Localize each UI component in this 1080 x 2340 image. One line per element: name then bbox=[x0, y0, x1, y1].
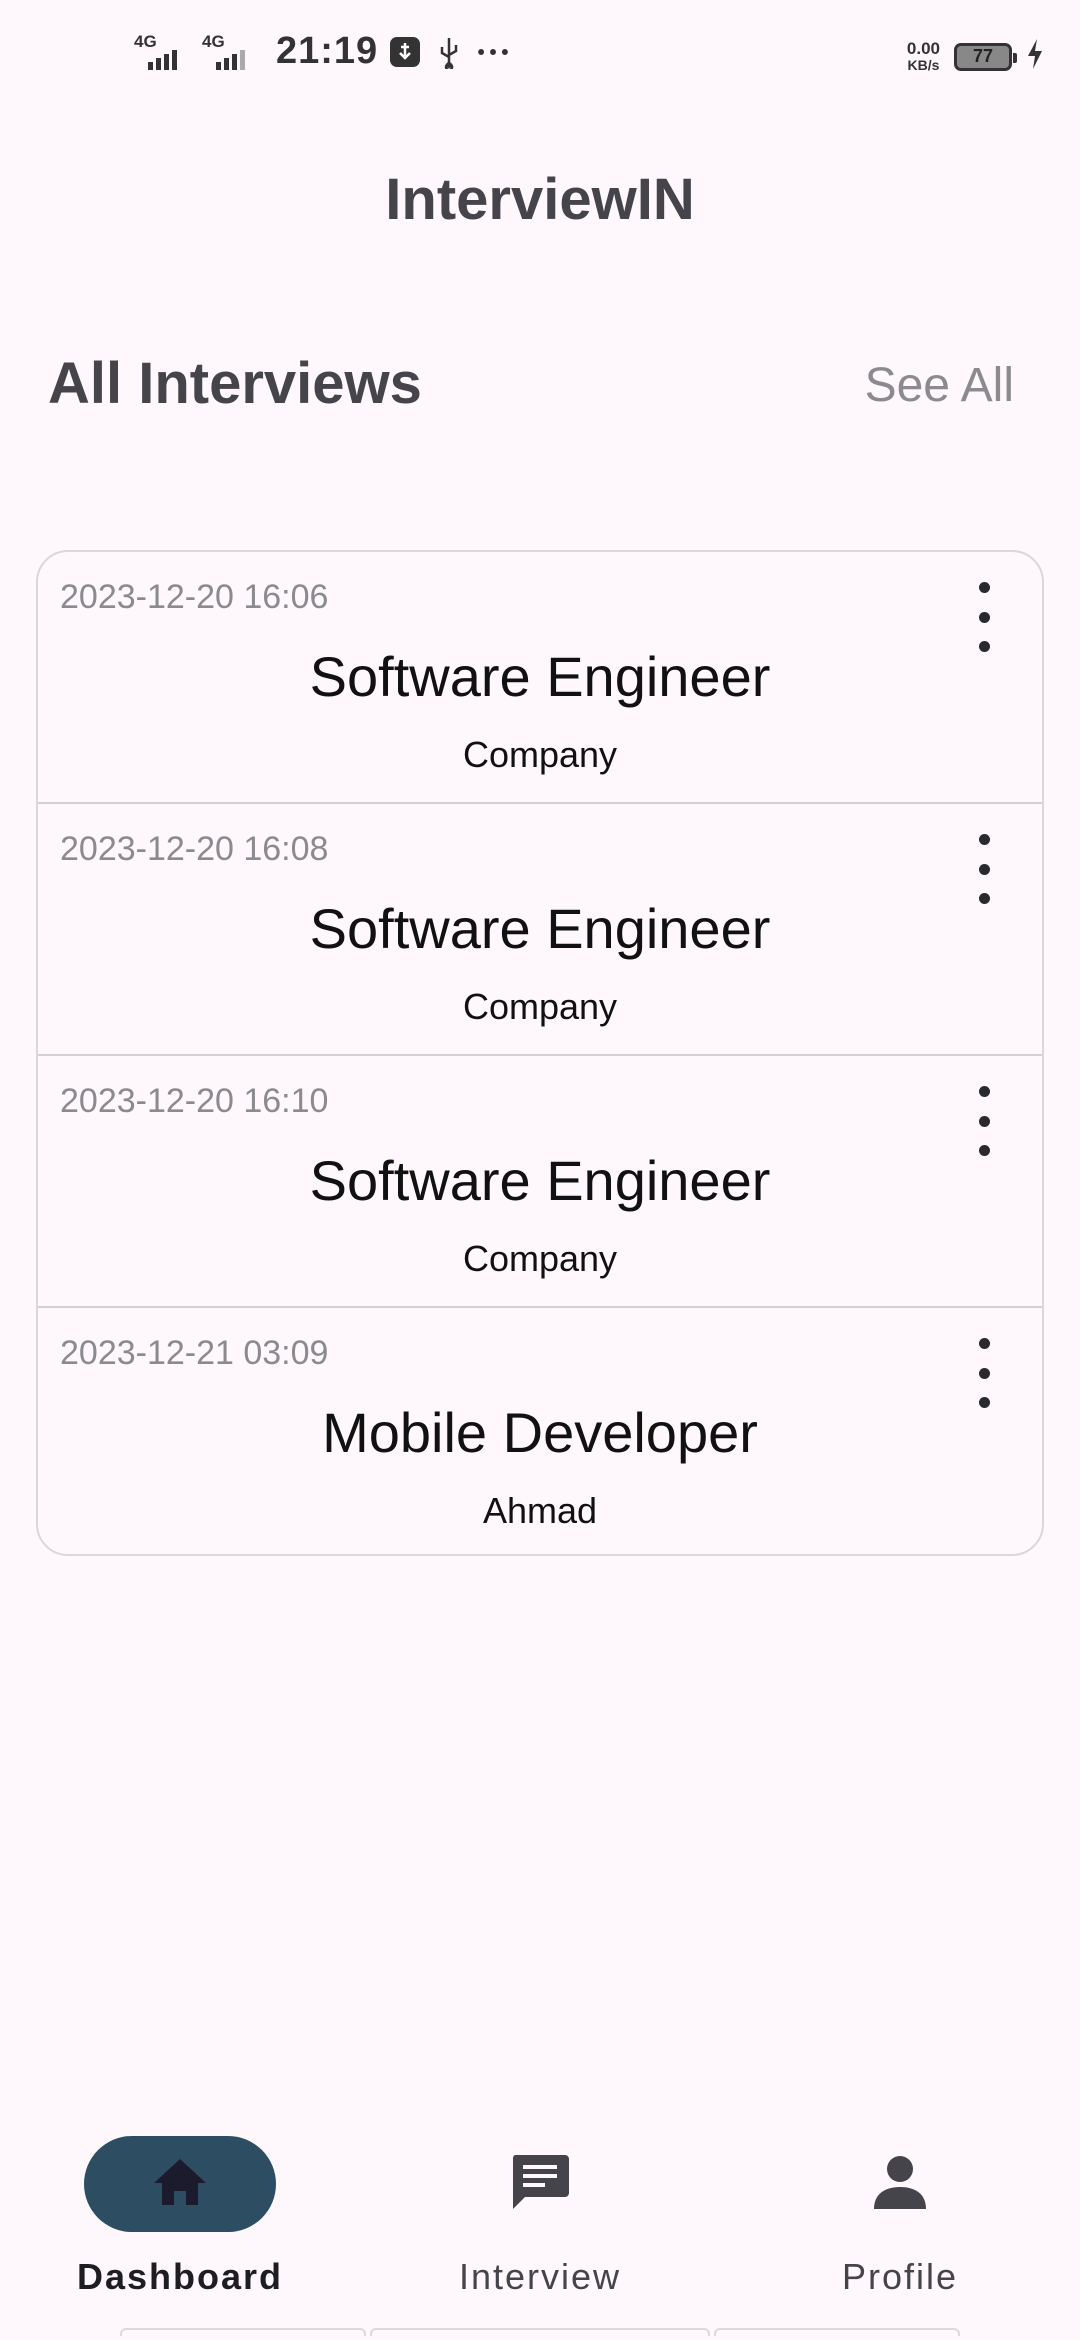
more-options-icon[interactable] bbox=[964, 1338, 1004, 1408]
network-type-label: 4G bbox=[134, 31, 157, 51]
gesture-bar bbox=[370, 2328, 710, 2336]
interview-company: Company bbox=[462, 734, 618, 775]
sim1-signal-icon: 4G bbox=[134, 32, 192, 72]
usb-icon bbox=[432, 35, 466, 69]
more-options-icon[interactable] bbox=[964, 834, 1004, 904]
battery-level: 77 bbox=[972, 46, 994, 66]
interview-role: Software Engineer bbox=[309, 897, 771, 960]
nav-label-profile: Profile bbox=[841, 2256, 959, 2297]
interview-role: Mobile Developer bbox=[322, 1401, 758, 1464]
see-all-link[interactable]: See All bbox=[865, 358, 1014, 413]
gesture-bar bbox=[714, 2328, 960, 2336]
more-options-icon[interactable] bbox=[964, 1086, 1004, 1156]
more-options-icon[interactable] bbox=[964, 582, 1004, 652]
interview-list: 2023-12-20 16:06 Software Engineer Compa… bbox=[36, 550, 1044, 1556]
interview-date: 2023-12-20 16:10 bbox=[60, 1082, 329, 1120]
interview-role: Software Engineer bbox=[309, 645, 771, 708]
net-speed: 0.00 KB/s bbox=[907, 40, 940, 74]
charging-bolt-icon bbox=[1026, 38, 1044, 75]
interview-date: 2023-12-20 16:08 bbox=[60, 830, 329, 868]
more-dots-icon bbox=[476, 35, 510, 69]
chat-icon bbox=[509, 2151, 571, 2218]
interview-date: 2023-12-20 16:06 bbox=[60, 578, 329, 616]
net-speed-unit: KB/s bbox=[907, 56, 940, 73]
nav-item-dashboard[interactable]: Dashboard bbox=[30, 2136, 330, 2298]
battery-icon: 77 bbox=[954, 42, 1017, 71]
interview-date: 2023-12-21 03:09 bbox=[60, 1334, 329, 1372]
nav-active-indicator bbox=[84, 2136, 276, 2232]
interview-card[interactable]: 2023-12-21 03:09 Mobile Developer Ahmad bbox=[38, 1308, 1042, 1554]
interview-company: Ahmad bbox=[482, 1490, 598, 1531]
nav-icon-wrapper bbox=[804, 2136, 996, 2232]
net-speed-value: 0.00 bbox=[906, 38, 940, 58]
network-type-label: 4G bbox=[202, 31, 225, 51]
interview-card[interactable]: 2023-12-20 16:10 Software Engineer Compa… bbox=[38, 1056, 1042, 1308]
interview-company: Company bbox=[462, 1238, 618, 1279]
gesture-bar bbox=[120, 2328, 366, 2336]
nav-item-profile[interactable]: Profile bbox=[750, 2136, 1050, 2298]
nav-label-interview: Interview bbox=[458, 2256, 622, 2297]
status-bar: 4G 4G 21:19 0.00 KB/s 77 bbox=[0, 0, 1080, 120]
status-clock: 21:19 bbox=[276, 30, 379, 72]
home-icon bbox=[150, 2155, 210, 2214]
bottom-nav: Dashboard Interview Profile bbox=[0, 2100, 1080, 2340]
interview-company: Company bbox=[462, 986, 618, 1027]
sim2-signal-icon: 4G bbox=[202, 32, 260, 72]
nav-item-interview[interactable]: Interview bbox=[390, 2136, 690, 2298]
usb-debug-icon bbox=[388, 35, 422, 69]
app-title: InterviewIN bbox=[385, 167, 695, 232]
interview-card[interactable]: 2023-12-20 16:08 Software Engineer Compa… bbox=[38, 804, 1042, 1056]
nav-icon-wrapper bbox=[444, 2136, 636, 2232]
nav-label-dashboard: Dashboard bbox=[76, 2256, 284, 2297]
section-title: All Interviews bbox=[48, 351, 422, 416]
interview-card[interactable]: 2023-12-20 16:06 Software Engineer Compa… bbox=[38, 552, 1042, 804]
interview-role: Software Engineer bbox=[309, 1149, 771, 1212]
person-icon bbox=[872, 2153, 928, 2216]
